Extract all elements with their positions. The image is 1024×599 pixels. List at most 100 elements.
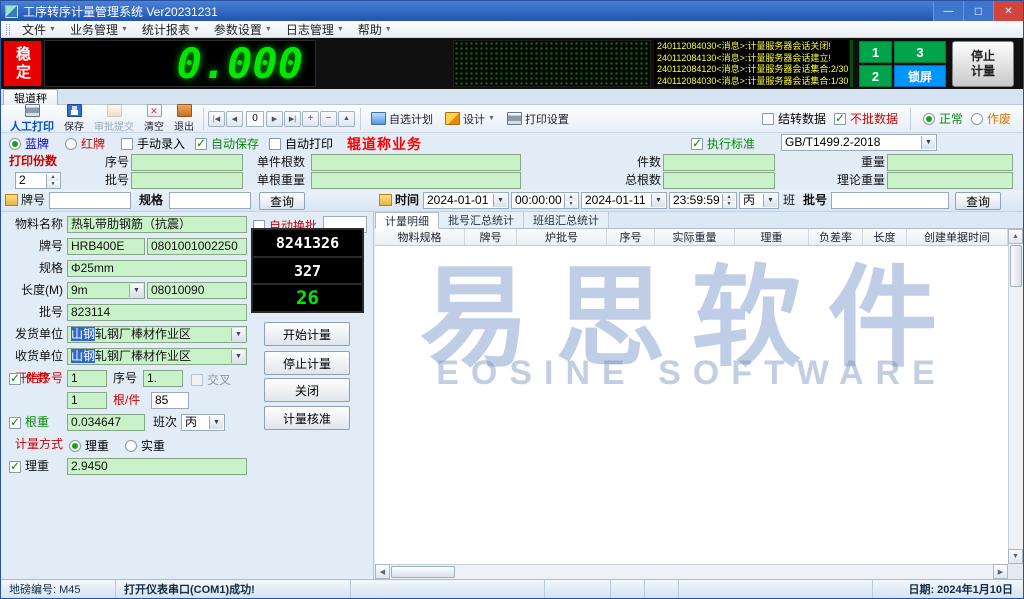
record-add-button[interactable] <box>302 111 319 127</box>
standard-dropdown[interactable]: GB/T1499.2-2018 <box>781 134 937 151</box>
record-prev-button[interactable] <box>226 111 243 127</box>
scroll-up-icon[interactable] <box>1008 229 1023 244</box>
table-header-cell[interactable]: 物料规格 <box>375 229 465 245</box>
shift-dropdown[interactable]: 丙 <box>181 414 225 431</box>
maximize-button[interactable] <box>963 1 993 21</box>
table-header-cell[interactable]: 理重 <box>735 229 809 245</box>
horizontal-scroll-thumb[interactable] <box>391 566 455 578</box>
chevron-down-icon[interactable] <box>763 194 777 207</box>
close-form-button[interactable]: 关闭 <box>264 378 350 402</box>
material-field[interactable]: 热轧带肋钢筋（抗震） <box>67 216 247 233</box>
status-void-radio[interactable]: 作废 <box>971 110 1011 127</box>
print-copies-spinner[interactable]: 2 <box>15 172 61 189</box>
spin-down-icon[interactable] <box>564 201 577 208</box>
message-scrollbar[interactable] <box>850 40 853 87</box>
root-weight-checkbox[interactable] <box>9 417 21 429</box>
print-settings-button[interactable]: 打印设置 <box>501 108 575 130</box>
table-body[interactable] <box>375 246 1008 564</box>
spec-query-input[interactable] <box>169 192 251 209</box>
weight-field[interactable] <box>887 154 1013 171</box>
menu-file[interactable]: 文件 <box>15 21 63 37</box>
table-header-cell[interactable]: 创建单据时间 <box>907 229 1008 245</box>
custom-plan-button[interactable]: 自选计划 <box>365 108 439 130</box>
shift-query-dropdown[interactable]: 丙 <box>739 192 779 209</box>
pieces-form-field[interactable]: 1 <box>67 392 107 409</box>
chevron-down-icon[interactable] <box>231 350 245 363</box>
spin-up-icon[interactable] <box>722 194 735 201</box>
red-card-radio[interactable]: 红牌 <box>65 135 105 152</box>
roots-per-field[interactable]: 85 <box>151 392 189 409</box>
brand-query-input[interactable] <box>49 192 131 209</box>
clear-button[interactable]: 清空 <box>139 106 169 132</box>
theory-weight-field[interactable] <box>887 172 1013 189</box>
total-roots-field[interactable] <box>663 172 775 189</box>
tab-detail[interactable]: 计量明细 <box>375 212 439 229</box>
vertical-scrollbar[interactable] <box>1008 229 1023 564</box>
spinner-arrows[interactable] <box>722 194 735 207</box>
record-last-button[interactable] <box>284 111 301 127</box>
sender-dropdown[interactable]: 山钢轧钢厂棒材作业区 <box>67 326 247 343</box>
cross-checkbox[interactable]: 交叉 <box>191 371 231 388</box>
pieces-roots-field[interactable] <box>311 154 521 171</box>
standard-checkbox[interactable]: 执行标准 <box>691 135 755 152</box>
manual-entry-checkbox[interactable]: 手动录入 <box>121 135 185 152</box>
minimize-button[interactable] <box>933 1 963 21</box>
batch-field[interactable] <box>131 172 243 189</box>
lock-screen-button[interactable]: 锁屏 <box>894 65 946 87</box>
chevron-down-icon[interactable] <box>209 416 223 429</box>
record-next-button[interactable] <box>266 111 283 127</box>
brand-field[interactable]: HRB400E <box>67 238 145 255</box>
table-header-cell[interactable]: 长度 <box>863 229 907 245</box>
spinner-arrows[interactable] <box>46 174 59 187</box>
submit-approval-button[interactable]: 审批提交 <box>89 106 139 132</box>
chevron-down-icon[interactable] <box>651 194 665 207</box>
record-delete-button[interactable] <box>320 111 337 127</box>
table-header-cell[interactable]: 牌号 <box>465 229 517 245</box>
exit-button[interactable]: 退出 <box>169 106 199 132</box>
time-from-spinner[interactable]: 00:00:00 <box>511 192 579 209</box>
stop-weighing-button[interactable]: 停止计量 <box>264 351 350 375</box>
scroll-right-icon[interactable] <box>993 564 1008 579</box>
no-batch-data-checkbox[interactable]: 不批数据 <box>834 110 898 127</box>
scroll-left-icon[interactable] <box>375 564 390 579</box>
furnace-batch-field[interactable]: 823114 <box>67 304 247 321</box>
blue-card-radio[interactable]: 蓝牌 <box>9 135 49 152</box>
table-header-cell[interactable]: 序号 <box>607 229 655 245</box>
verify-weighing-button[interactable]: 计量核准 <box>264 406 350 430</box>
root-weight-field[interactable]: 0.034647 <box>67 414 145 431</box>
close-button[interactable] <box>993 1 1023 21</box>
spin-down-icon[interactable] <box>46 181 59 188</box>
start-seq-field[interactable]: 1 <box>67 370 107 387</box>
chevron-down-icon[interactable] <box>493 194 507 207</box>
table-header-cell[interactable]: 负差率 <box>809 229 863 245</box>
pieces-checkbox[interactable] <box>9 373 21 385</box>
receiver-dropdown[interactable]: 山钢轧钢厂棒材作业区 <box>67 348 247 365</box>
horizontal-scrollbar[interactable] <box>375 564 1008 579</box>
manual-print-button[interactable]: 人工打印 <box>5 106 59 132</box>
table-header-cell[interactable]: 炉批号 <box>517 229 607 245</box>
time-to-spinner[interactable]: 23:59:59 <box>669 192 737 209</box>
tab-roller-scale[interactable]: 辊道秤 <box>3 89 58 105</box>
table-header-cell[interactable]: 实际重量 <box>655 229 735 245</box>
scroll-down-icon[interactable] <box>1008 549 1023 564</box>
menu-business[interactable]: 业务管理 <box>63 21 135 37</box>
seq-field[interactable] <box>131 154 243 171</box>
batch-query-input[interactable] <box>831 192 949 209</box>
date-to-dropdown[interactable]: 2024-01-11 <box>581 192 667 209</box>
spin-up-icon[interactable] <box>564 194 577 201</box>
status-normal-radio[interactable]: 正常 <box>923 110 963 127</box>
chevron-down-icon[interactable] <box>231 328 245 341</box>
auto-print-checkbox[interactable]: 自动打印 <box>269 135 333 152</box>
carry-data-checkbox[interactable]: 结转数据 <box>762 110 826 127</box>
mode-actual-radio[interactable]: 实重 <box>125 437 165 454</box>
design-button[interactable]: 设计 <box>439 108 501 130</box>
time-query-button[interactable]: 查询 <box>955 192 1001 210</box>
length-dropdown[interactable]: 9m <box>67 282 145 299</box>
theory-form-field[interactable]: 2.9450 <box>67 458 247 475</box>
tab-shift-summary[interactable]: 班组汇总统计 <box>524 212 609 228</box>
record-first-button[interactable] <box>208 111 225 127</box>
vertical-scroll-thumb[interactable] <box>1010 245 1022 287</box>
stop-weighing-big-button[interactable]: 停止计量 <box>952 41 1014 87</box>
auto-save-checkbox[interactable]: 自动保存 <box>195 135 259 152</box>
spec-field[interactable]: Φ25mm <box>67 260 247 277</box>
